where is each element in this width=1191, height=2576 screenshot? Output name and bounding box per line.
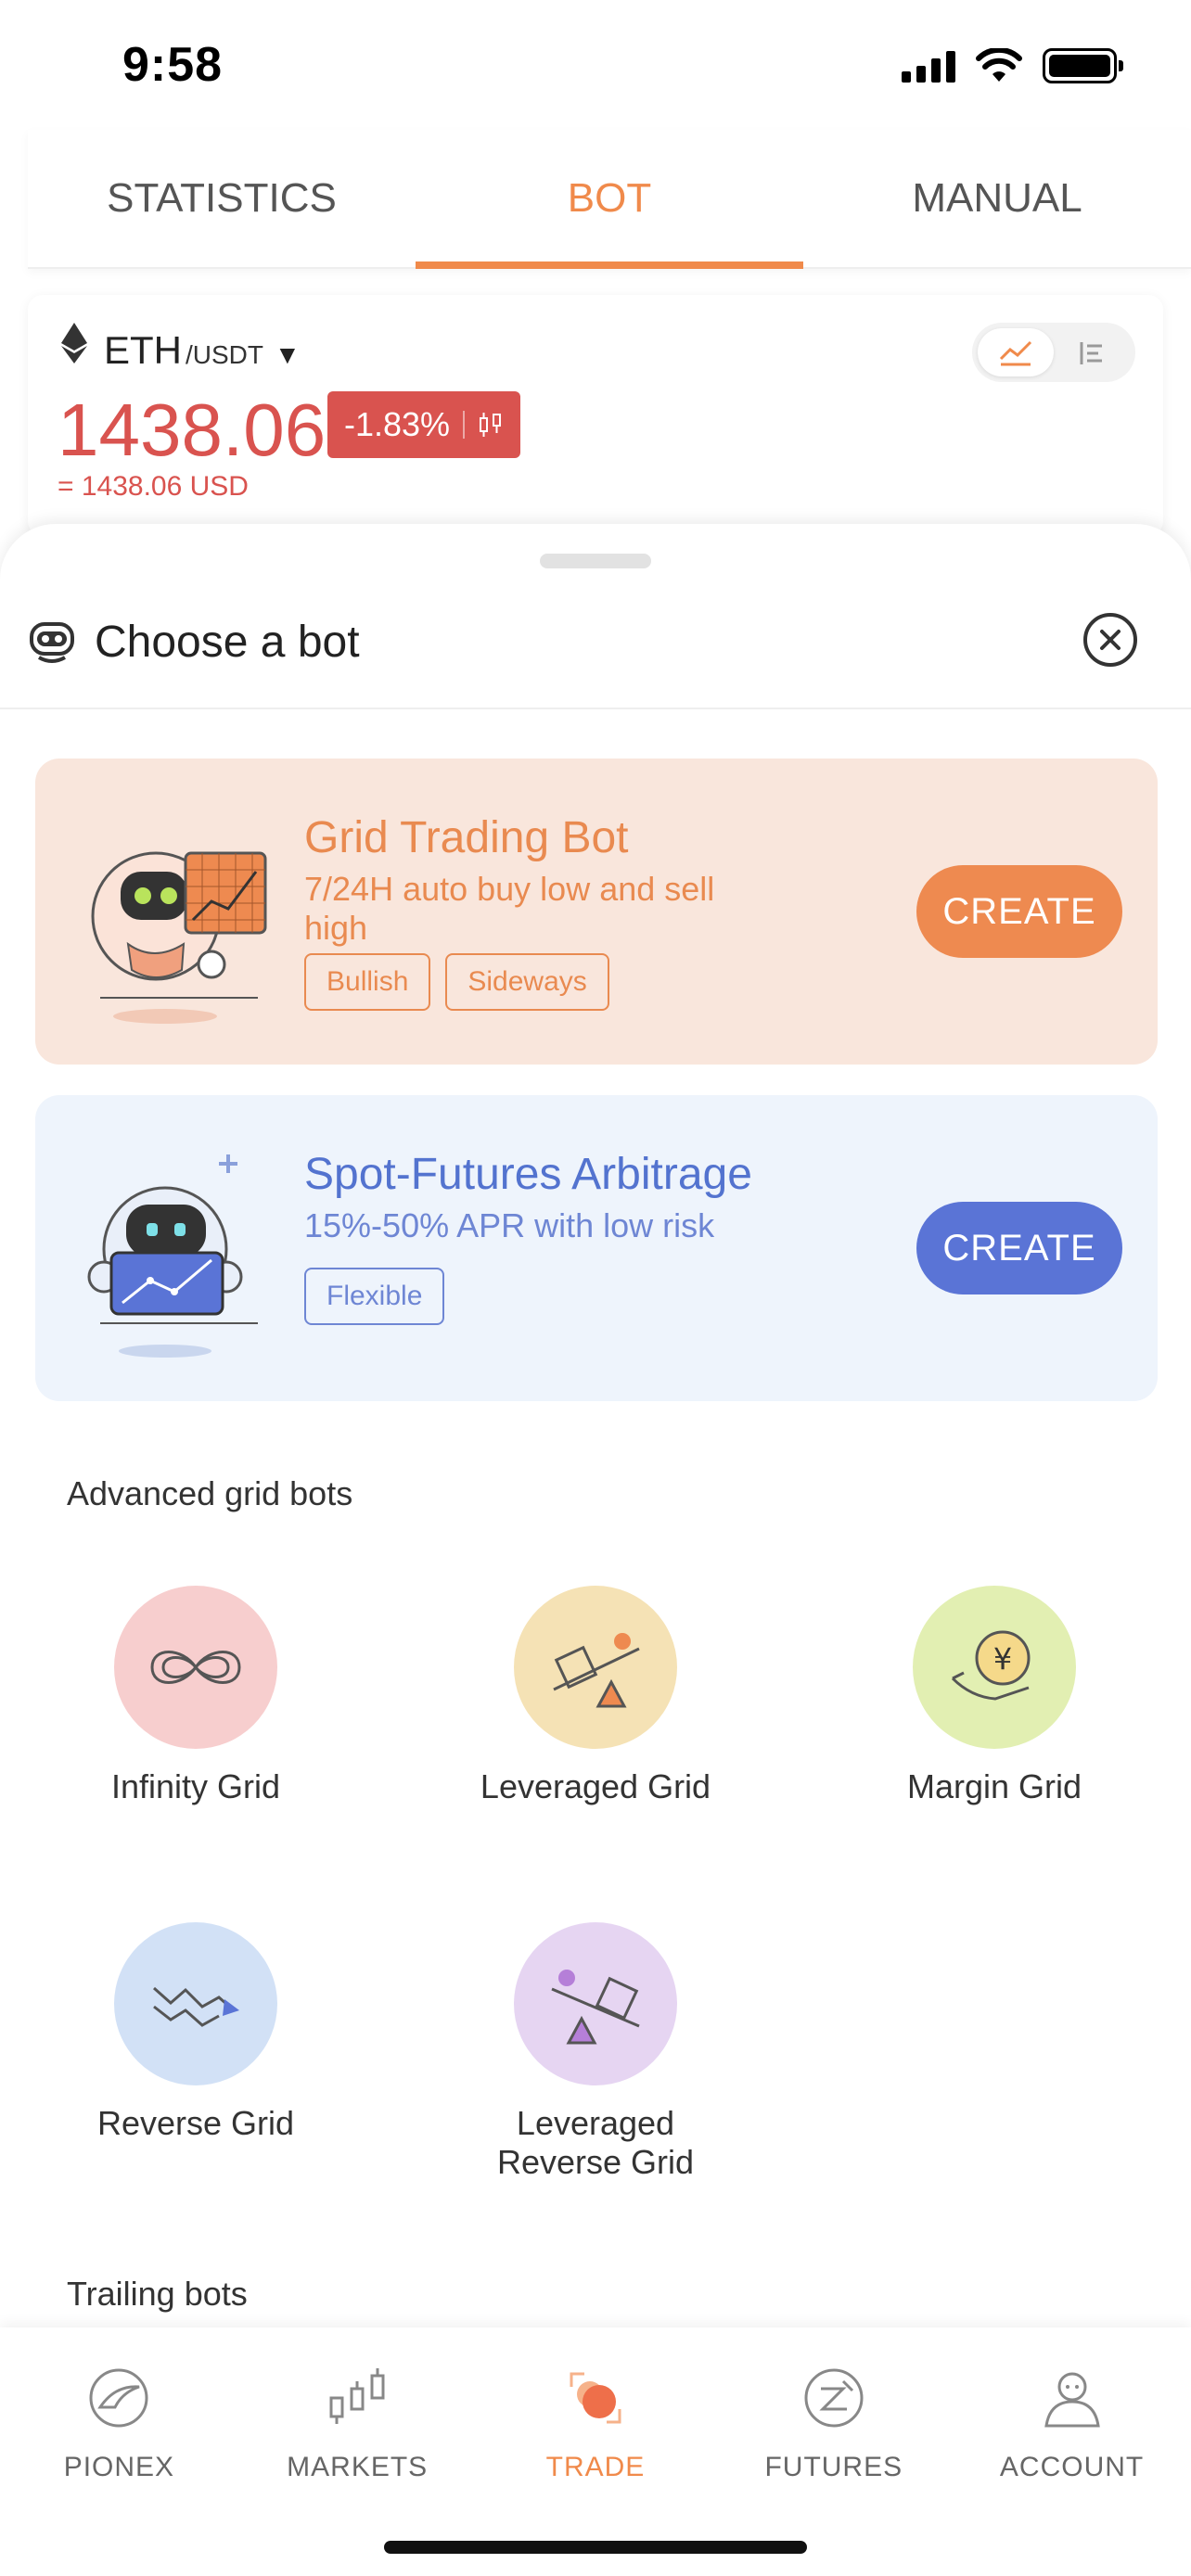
candlestick-icon	[480, 413, 502, 437]
futures-icon	[799, 2363, 869, 2433]
cellular-signal-icon	[902, 49, 955, 83]
price-change: -1.83%	[344, 405, 451, 443]
bottom-nav: PIONEX MARKETS TRADE FUTURES ACCOUNT	[0, 2327, 1191, 2576]
leveraged-reverse-grid-item[interactable]: Leveraged Reverse Grid	[456, 1922, 735, 2182]
candles-icon	[322, 2363, 392, 2433]
down-trend-icon	[114, 1922, 277, 2085]
pionex-logo-icon	[83, 2363, 154, 2433]
bot-description: 7/24H auto buy low and sell high	[304, 870, 715, 947]
trailing-bots-title: Trailing bots	[67, 2275, 248, 2313]
infinity-grid-item[interactable]: Infinity Grid	[57, 1586, 335, 1806]
adv-label: Infinity Grid	[110, 1767, 281, 1805]
close-icon	[1100, 630, 1121, 650]
last-price: 1438.06	[58, 389, 327, 471]
top-tabs: STATISTICS BOT MANUAL	[28, 130, 1191, 269]
sheet-title: Choose a bot	[95, 618, 360, 667]
adv-label: Leveraged Reverse Grid	[496, 2104, 695, 2181]
coin-hand-icon: ¥	[913, 1586, 1076, 1749]
adv-label: Margin Grid	[906, 1767, 1082, 1805]
bot-title: Grid Trading Bot	[304, 813, 629, 862]
nav-trade[interactable]: TRADE	[477, 2363, 715, 2494]
infinity-icon	[114, 1586, 277, 1749]
create-arbitrage-bot-button[interactable]: CREATE	[916, 1202, 1122, 1294]
pair-selector[interactable]: ETH /USDT ▼	[61, 323, 301, 373]
adv-label: Leveraged Grid	[480, 1767, 711, 1805]
tab-statistics[interactable]: STATISTICS	[28, 130, 416, 267]
adv-label: Reverse Grid	[96, 2104, 295, 2142]
pair-quote: /USDT	[186, 340, 263, 369]
battery-icon	[1043, 48, 1123, 83]
choose-bot-sheet: Choose a bot Grid Trading Bot 7/24H auto…	[0, 524, 1191, 2327]
tag-flexible: Flexible	[304, 1268, 445, 1325]
nav-pionex[interactable]: PIONEX	[0, 2363, 238, 2494]
bot-tags: Flexible	[304, 1268, 445, 1325]
leveraged-grid-item[interactable]: Leveraged Grid	[456, 1586, 735, 1806]
arbitrage-robot-illustration	[87, 1154, 258, 1358]
spot-futures-arbitrage-card[interactable]: Spot-Futures Arbitrage 15%-50% APR with …	[35, 1095, 1158, 1401]
margin-grid-item[interactable]: ¥ Margin Grid	[855, 1586, 1133, 1806]
nav-label: TRADE	[545, 2452, 646, 2482]
list-icon	[1080, 342, 1102, 364]
nav-label: FUTURES	[764, 2452, 903, 2482]
sheet-grabber[interactable]	[540, 554, 651, 568]
status-time: 9:58	[122, 38, 224, 92]
reverse-seesaw-icon	[514, 1922, 677, 2085]
nav-label: MARKETS	[287, 2452, 429, 2482]
line-chart-toggle[interactable]	[978, 328, 1054, 376]
person-icon	[1037, 2363, 1108, 2433]
tab-bot[interactable]: BOT	[416, 130, 803, 269]
grid-trading-bot-card[interactable]: Grid Trading Bot 7/24H auto buy low and …	[35, 759, 1158, 1065]
tag-bullish: Bullish	[304, 953, 431, 1011]
create-grid-bot-button[interactable]: CREATE	[916, 865, 1122, 958]
nav-futures[interactable]: FUTURES	[714, 2363, 953, 2494]
status-icons	[902, 48, 1123, 83]
tag-sideways: Sideways	[445, 953, 609, 1011]
robot-head-icon	[30, 622, 74, 663]
nav-markets[interactable]: MARKETS	[238, 2363, 477, 2494]
grid-robot-illustration	[91, 851, 267, 1024]
status-bar: 9:58	[0, 0, 1191, 130]
wifi-icon	[976, 48, 1022, 82]
nav-label: ACCOUNT	[999, 2452, 1145, 2482]
bot-tags: Bullish Sideways	[304, 953, 609, 1011]
bot-title: Spot-Futures Arbitrage	[304, 1150, 752, 1199]
ethereum-icon	[61, 323, 87, 363]
price-card: ETH /USDT ▼ 1438.06 -1.83% = 1438.06 USD	[28, 295, 1163, 536]
usd-price: = 1438.06 USD	[58, 471, 249, 502]
nav-label: PIONEX	[63, 2452, 175, 2482]
chart-view-toggle	[972, 323, 1135, 382]
advanced-grid-bots-title: Advanced grid bots	[67, 1474, 353, 1512]
pair-base: ETH	[104, 328, 182, 372]
nav-account[interactable]: ACCOUNT	[953, 2363, 1191, 2494]
svg-text:¥: ¥	[993, 1641, 1012, 1677]
sheet-header: Choose a bot	[0, 598, 1191, 709]
price-change-badge[interactable]: -1.83%	[327, 391, 520, 458]
close-button[interactable]	[1083, 613, 1137, 667]
home-indicator	[384, 2541, 807, 2554]
trade-icon	[560, 2363, 631, 2433]
reverse-grid-item[interactable]: Reverse Grid	[57, 1922, 335, 2143]
depth-list-toggle[interactable]	[1054, 328, 1130, 376]
seesaw-icon	[514, 1586, 677, 1749]
line-chart-icon	[999, 340, 1032, 366]
tab-manual[interactable]: MANUAL	[803, 130, 1191, 267]
caret-down-icon: ▼	[275, 340, 301, 369]
bot-description: 15%-50% APR with low risk	[304, 1206, 715, 1244]
